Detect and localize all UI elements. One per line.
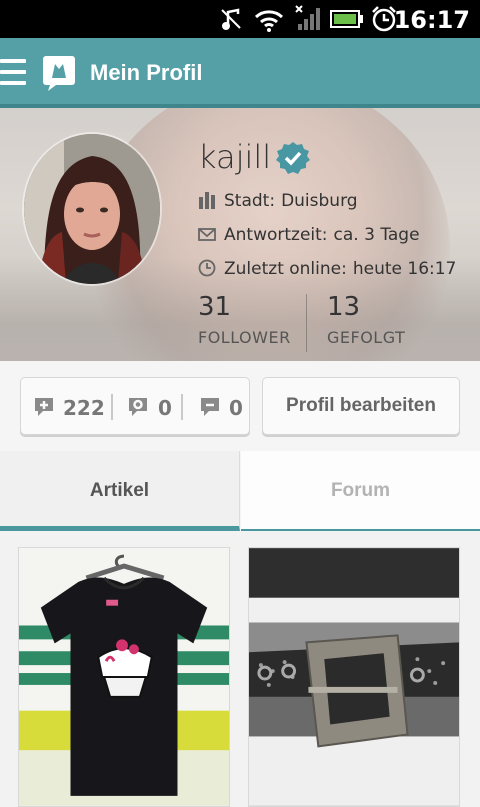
following-label: GEFOLGT bbox=[327, 328, 406, 347]
followers-label: FOLLOWER bbox=[198, 328, 291, 347]
status-time: 16:17 bbox=[393, 6, 470, 34]
mail-icon bbox=[198, 228, 216, 241]
avatar[interactable] bbox=[24, 134, 160, 284]
positive-count: 222 bbox=[63, 396, 105, 420]
separator bbox=[111, 394, 113, 420]
following-stat[interactable]: 13 GEFOLGT bbox=[327, 292, 405, 347]
app-bar: Mein Profil bbox=[0, 38, 480, 108]
stat-divider bbox=[306, 294, 307, 352]
article-card[interactable] bbox=[248, 547, 460, 807]
response-value: ca. 3 Tage bbox=[333, 225, 420, 245]
app-logo-icon bbox=[43, 56, 75, 91]
city-icon bbox=[199, 192, 215, 209]
city-row: Stadt: Duisburg bbox=[198, 191, 358, 211]
city-value: Duisburg bbox=[281, 191, 358, 211]
last-online-row: Zuletzt online: heute 16:17 bbox=[198, 259, 456, 279]
positive-rating-icon bbox=[35, 398, 53, 416]
username: kajill bbox=[198, 138, 272, 176]
followers-stat[interactable]: 31 FOLLOWER bbox=[198, 292, 291, 347]
action-row: 222 0 0 Profil bearbeiten bbox=[0, 361, 480, 451]
status-bar: 16:17 bbox=[0, 0, 480, 38]
article-card[interactable] bbox=[18, 547, 230, 807]
tab-forum[interactable]: Forum bbox=[241, 451, 480, 531]
negative-rating-icon bbox=[201, 398, 219, 416]
verified-badge-icon bbox=[276, 142, 310, 174]
city-label: Stadt: bbox=[224, 191, 276, 211]
article-image-belt bbox=[249, 548, 459, 806]
neutral-rating-icon bbox=[129, 398, 147, 416]
headphones-icon bbox=[221, 8, 241, 30]
tab-artikel[interactable]: Artikel bbox=[0, 451, 240, 531]
article-grid bbox=[0, 531, 480, 807]
last-online-label: Zuletzt online: bbox=[224, 259, 347, 279]
last-online-value: heute 16:17 bbox=[352, 259, 457, 279]
edit-profile-button[interactable]: Profil bearbeiten bbox=[262, 377, 460, 435]
hamburger-icon[interactable] bbox=[0, 59, 26, 87]
tab-bar: Artikel Forum bbox=[0, 451, 480, 531]
negative-count: 0 bbox=[229, 396, 243, 420]
separator bbox=[181, 394, 183, 420]
battery-icon bbox=[330, 10, 363, 28]
wifi-icon bbox=[254, 10, 284, 32]
response-time-row: Antwortzeit: ca. 3 Tage bbox=[198, 225, 420, 245]
response-label: Antwortzeit: bbox=[224, 225, 328, 245]
page-title: Mein Profil bbox=[90, 60, 203, 85]
article-image-tshirt bbox=[19, 548, 229, 806]
clock-icon bbox=[198, 259, 216, 277]
following-count: 13 bbox=[327, 292, 361, 322]
signal-icon bbox=[295, 5, 320, 30]
avatar-image bbox=[24, 134, 160, 284]
profile-header: kajill Stadt: Duisburg Antwortzeit: ca. 3 … bbox=[0, 108, 480, 361]
ratings-button[interactable]: 222 0 0 bbox=[20, 377, 250, 435]
neutral-count: 0 bbox=[158, 396, 172, 420]
followers-count: 31 bbox=[198, 292, 232, 322]
